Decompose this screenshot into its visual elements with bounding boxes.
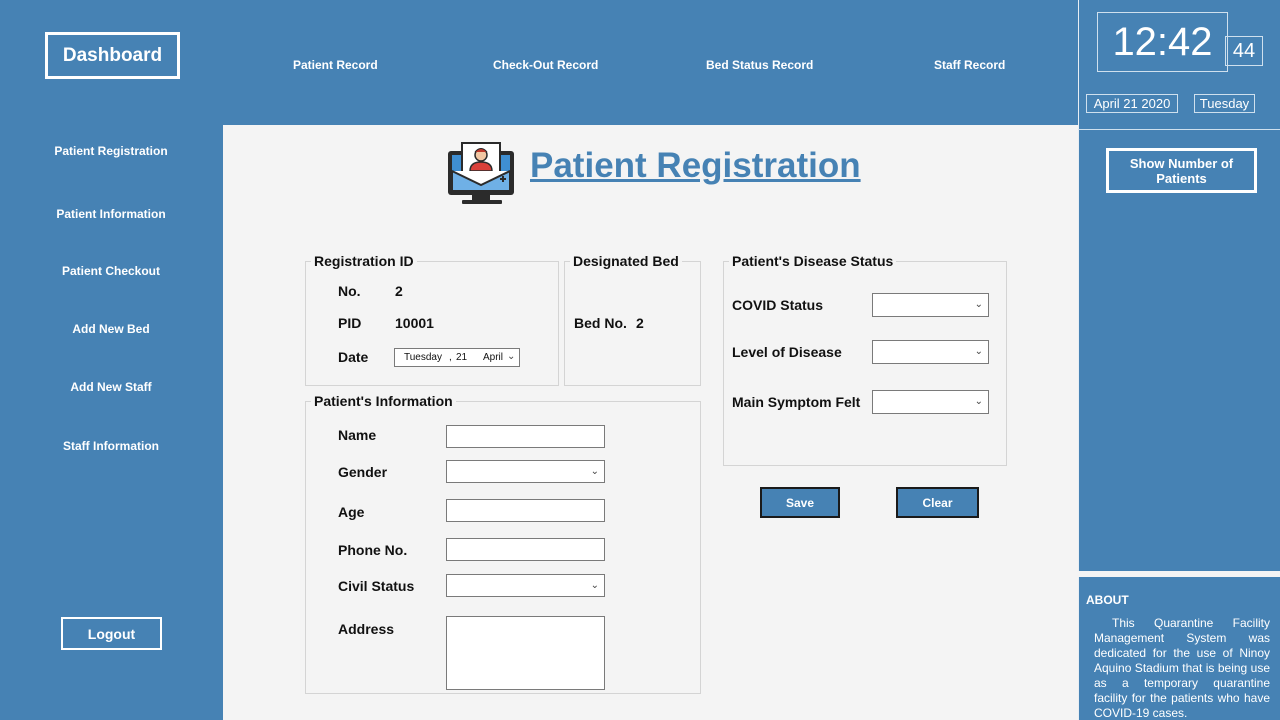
main-panel: Patient Registration Registration ID No.…	[223, 125, 1078, 720]
no-value: 2	[395, 283, 403, 299]
civil-status-select[interactable]: ⌄	[446, 574, 605, 597]
gender-label: Gender	[338, 464, 388, 480]
name-input[interactable]	[446, 425, 605, 448]
sidebar-item-patient-registration[interactable]: Patient Registration	[0, 144, 222, 158]
about-text: This Quarantine Facility Management Syst…	[1094, 616, 1270, 720]
disease-status-legend: Patient's Disease Status	[732, 253, 894, 269]
patient-information-legend: Patient's Information	[314, 393, 453, 409]
sidebar-item-add-new-bed[interactable]: Add New Bed	[0, 322, 222, 336]
right-divider	[1078, 129, 1280, 130]
dashboard-button[interactable]: Dashboard	[45, 32, 180, 79]
clock-time: 12:42	[1097, 12, 1228, 72]
chevron-down-icon[interactable]: ⌄	[975, 346, 983, 357]
date-label: Date	[338, 349, 369, 365]
chevron-down-icon[interactable]: ⌄	[975, 299, 983, 310]
address-label: Address	[338, 621, 395, 637]
designated-bed-legend: Designated Bed	[573, 253, 679, 269]
pid-label: PID	[338, 315, 362, 331]
age-input[interactable]	[446, 499, 605, 522]
nav-patient-record[interactable]: Patient Record	[293, 58, 378, 72]
chevron-down-icon[interactable]: ⌄	[591, 579, 599, 590]
bed-no-value: 2	[636, 315, 644, 331]
current-date: April 21 2020	[1086, 94, 1178, 113]
date-comma: ,	[449, 352, 452, 363]
bed-no-label: Bed No.	[574, 315, 627, 331]
sidebar-item-patient-information[interactable]: Patient Information	[0, 207, 222, 221]
gender-select[interactable]: ⌄	[446, 460, 605, 483]
registration-id-legend: Registration ID	[314, 253, 414, 269]
logout-button[interactable]: Logout	[61, 617, 162, 650]
phone-input[interactable]	[446, 538, 605, 561]
nav-checkout-record[interactable]: Check-Out Record	[493, 58, 598, 72]
clear-button[interactable]: Clear	[896, 487, 979, 518]
civil-status-label: Civil Status	[338, 578, 415, 594]
about-title: ABOUT	[1086, 593, 1129, 607]
address-textarea[interactable]	[446, 616, 605, 690]
pid-value: 10001	[395, 315, 434, 331]
name-label: Name	[338, 427, 377, 443]
nav-bed-status-record[interactable]: Bed Status Record	[706, 58, 813, 72]
age-label: Age	[338, 504, 365, 520]
chevron-down-icon[interactable]: ⌄	[591, 465, 599, 476]
date-month: April	[483, 352, 504, 363]
sidebar-item-staff-information[interactable]: Staff Information	[0, 439, 222, 453]
covid-status-select[interactable]: ⌄	[872, 293, 989, 317]
main-symptom-label: Main Symptom Felt	[732, 394, 861, 410]
chevron-down-icon[interactable]: ⌄	[975, 396, 983, 407]
page-title: Patient Registration	[530, 146, 861, 185]
date-num: 21	[456, 352, 468, 363]
date-day: Tuesday	[404, 352, 442, 363]
no-label: No.	[338, 283, 361, 299]
clock-seconds: 44	[1225, 36, 1263, 66]
sidebar-item-patient-checkout[interactable]: Patient Checkout	[0, 264, 222, 278]
sidebar-item-add-new-staff[interactable]: Add New Staff	[0, 380, 222, 394]
current-weekday: Tuesday	[1194, 94, 1255, 113]
covid-status-label: COVID Status	[732, 297, 824, 313]
chevron-down-icon[interactable]: ⌄	[507, 351, 515, 362]
about-separator	[1078, 571, 1280, 577]
nav-staff-record[interactable]: Staff Record	[934, 58, 1005, 72]
level-of-disease-label: Level of Disease	[732, 344, 842, 360]
patient-monitor-icon	[448, 142, 514, 204]
level-of-disease-select[interactable]: ⌄	[872, 340, 989, 364]
date-picker[interactable]: Tuesday , 21 April ⌄	[394, 348, 520, 367]
phone-label: Phone No.	[338, 542, 408, 558]
show-number-of-patients-button[interactable]: Show Number of Patients	[1106, 148, 1257, 193]
main-symptom-select[interactable]: ⌄	[872, 390, 989, 414]
save-button[interactable]: Save	[760, 487, 840, 518]
